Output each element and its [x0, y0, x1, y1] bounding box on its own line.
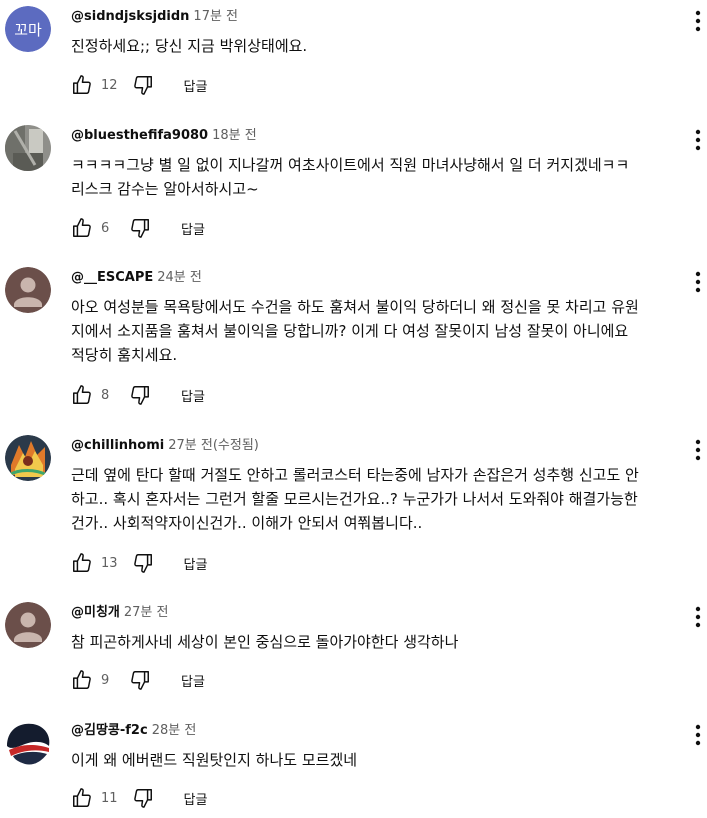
thumbs-up-icon[interactable] — [71, 384, 93, 406]
comment-item: @bluesthefifa9080 18분 전 ㅋㅋㅋㅋ그냥 별 일 없이 지나갈… — [0, 125, 707, 250]
thumbs-down-icon[interactable] — [132, 74, 154, 96]
comment-line: 진정하세요;; 당신 지금 박위상태에요. — [71, 37, 308, 55]
avatar[interactable] — [5, 267, 51, 313]
comment-list: 꼬마 @sidndjsksjdidn 17분 전 진정하세요;; 당신 지금 박위… — [0, 0, 707, 818]
comment-line: 건가.. 사회적약자이신건가.. 이해가 안되서 여쭤봅니다.. — [71, 514, 423, 532]
comment-line: 참 피곤하게사네 세상이 본인 중심으로 돌아가야한다 생각하나 — [71, 633, 459, 651]
thumbs-up-icon[interactable] — [71, 669, 93, 691]
author-name[interactable]: @chillinhomi — [71, 438, 164, 453]
author-name[interactable]: @김땅콩-f2c — [71, 723, 148, 738]
comment-item: @__ESCAPE 24분 전 아오 여성분들 목욕탕에서도 수건을 하도 훔쳐서… — [0, 267, 707, 417]
avatar-initials: 꼬마 — [14, 21, 42, 39]
comment-actions: 13 답글 — [71, 551, 207, 575]
reply-button[interactable]: 답글 — [184, 76, 208, 95]
thumbs-down-icon[interactable] — [129, 384, 151, 406]
comment-item: @김땅콩-f2c 28분 전 이게 왜 에버랜드 직원탓인지 하나도 모르겠네 1… — [0, 720, 707, 818]
author-name[interactable]: @__ESCAPE — [71, 270, 153, 285]
comment-actions: 9 답글 — [71, 668, 205, 692]
comment-line: 적당히 훔치세요. — [71, 346, 178, 364]
more-options-icon[interactable] — [690, 127, 706, 153]
comment-item: 꼬마 @sidndjsksjdidn 17분 전 진정하세요;; 당신 지금 박위… — [0, 6, 707, 106]
thumbs-down-icon[interactable] — [132, 787, 154, 809]
thumbs-down-icon[interactable] — [132, 552, 154, 574]
comment-header: @미칭개 27분 전 — [71, 604, 169, 622]
reply-button[interactable]: 답글 — [181, 386, 205, 405]
comment-text: ㅋㅋㅋㅋ그냥 별 일 없이 지나갈꺼 여초사이트에서 직원 마녀사냥해서 일 더… — [71, 153, 629, 201]
reply-button[interactable]: 답글 — [181, 671, 205, 690]
reply-button[interactable]: 답글 — [184, 789, 208, 808]
thumbs-down-icon[interactable] — [129, 669, 151, 691]
reply-button[interactable]: 답글 — [181, 219, 205, 238]
thumbs-up-icon[interactable] — [71, 552, 93, 574]
comment-time[interactable]: 17분 전 — [193, 9, 238, 24]
comment-line: 지에서 소지품을 훔쳐서 불이익을 당합니까? 이게 다 여성 잘못이지 남성 … — [71, 322, 629, 340]
more-options-icon[interactable] — [690, 437, 706, 463]
comment-line: 근데 옆에 탄다 할때 거절도 안하고 롤러코스터 타는중에 남자가 손잡은거 … — [71, 466, 639, 484]
comment-header: @sidndjsksjdidn 17분 전 — [71, 8, 238, 26]
comment-time[interactable]: 24분 전 — [157, 270, 202, 285]
reply-button[interactable]: 답글 — [184, 554, 208, 573]
comment-line: 아오 여성분들 목욕탕에서도 수건을 하도 훔쳐서 불이익 당하더니 왜 정신을… — [71, 298, 639, 316]
like-count: 11 — [101, 790, 118, 806]
comment-actions: 6 답글 — [71, 216, 205, 240]
comment-header: @bluesthefifa9080 18분 전 — [71, 127, 257, 145]
like-count: 13 — [101, 555, 118, 571]
avatar[interactable] — [5, 435, 51, 481]
comment-text: 아오 여성분들 목욕탕에서도 수건을 하도 훔쳐서 불이익 당하더니 왜 정신을… — [71, 295, 639, 367]
like-count: 9 — [101, 672, 110, 688]
comment-text: 이게 왜 에버랜드 직원탓인지 하나도 모르겠네 — [71, 748, 357, 772]
more-options-icon[interactable] — [690, 722, 706, 748]
comment-actions: 8 답글 — [71, 383, 205, 407]
comment-header: @김땅콩-f2c 28분 전 — [71, 722, 196, 740]
comment-time[interactable]: 27분 전 — [124, 605, 169, 620]
comment-time[interactable]: 18분 전 — [212, 128, 257, 143]
comment-text: 근데 옆에 탄다 할때 거절도 안하고 롤러코스터 타는중에 남자가 손잡은거 … — [71, 463, 639, 535]
thumbs-up-icon[interactable] — [71, 217, 93, 239]
comment-actions: 12 답글 — [71, 73, 207, 97]
thumbs-down-icon[interactable] — [129, 217, 151, 239]
thumbs-up-icon[interactable] — [71, 787, 93, 809]
like-count: 8 — [101, 387, 110, 403]
comment-header: @__ESCAPE 24분 전 — [71, 269, 202, 287]
comment-time[interactable]: 27분 전(수정됨) — [168, 438, 259, 453]
avatar[interactable] — [5, 602, 51, 648]
comment-line: 리스크 감수는 알아서하시고~ — [71, 180, 259, 198]
comment-header: @chillinhomi 27분 전(수정됨) — [71, 437, 259, 455]
comment-time[interactable]: 28분 전 — [152, 723, 197, 738]
author-name[interactable]: @bluesthefifa9080 — [71, 128, 208, 143]
comment-text: 진정하세요;; 당신 지금 박위상태에요. — [71, 34, 307, 58]
avatar[interactable] — [5, 125, 51, 171]
more-options-icon[interactable] — [690, 8, 706, 34]
author-name[interactable]: @미칭개 — [71, 605, 120, 620]
avatar[interactable] — [5, 720, 51, 766]
author-name[interactable]: @sidndjsksjdidn — [71, 9, 189, 24]
like-count: 12 — [101, 77, 118, 93]
comment-line: ㅋㅋㅋㅋ그냥 별 일 없이 지나갈꺼 여초사이트에서 직원 마녀사냥해서 일 더… — [71, 156, 630, 174]
avatar[interactable]: 꼬마 — [5, 6, 51, 52]
more-options-icon[interactable] — [690, 269, 706, 295]
comment-line: 이게 왜 에버랜드 직원탓인지 하나도 모르겠네 — [71, 751, 358, 769]
more-options-icon[interactable] — [690, 604, 706, 630]
comment-line: 하고.. 혹시 혼자서는 그런거 할줄 모르시는건가요..? 누군가가 나서서 … — [71, 490, 638, 508]
comment-item: @미칭개 27분 전 참 피곤하게사네 세상이 본인 중심으로 돌아가야한다 생각… — [0, 602, 707, 702]
comment-text: 참 피곤하게사네 세상이 본인 중심으로 돌아가야한다 생각하나 — [71, 630, 458, 654]
comment-item: @chillinhomi 27분 전(수정됨) 근데 옆에 탄다 할때 거절도 안… — [0, 435, 707, 585]
comment-actions: 11 답글 — [71, 786, 207, 810]
thumbs-up-icon[interactable] — [71, 74, 93, 96]
like-count: 6 — [101, 220, 110, 236]
